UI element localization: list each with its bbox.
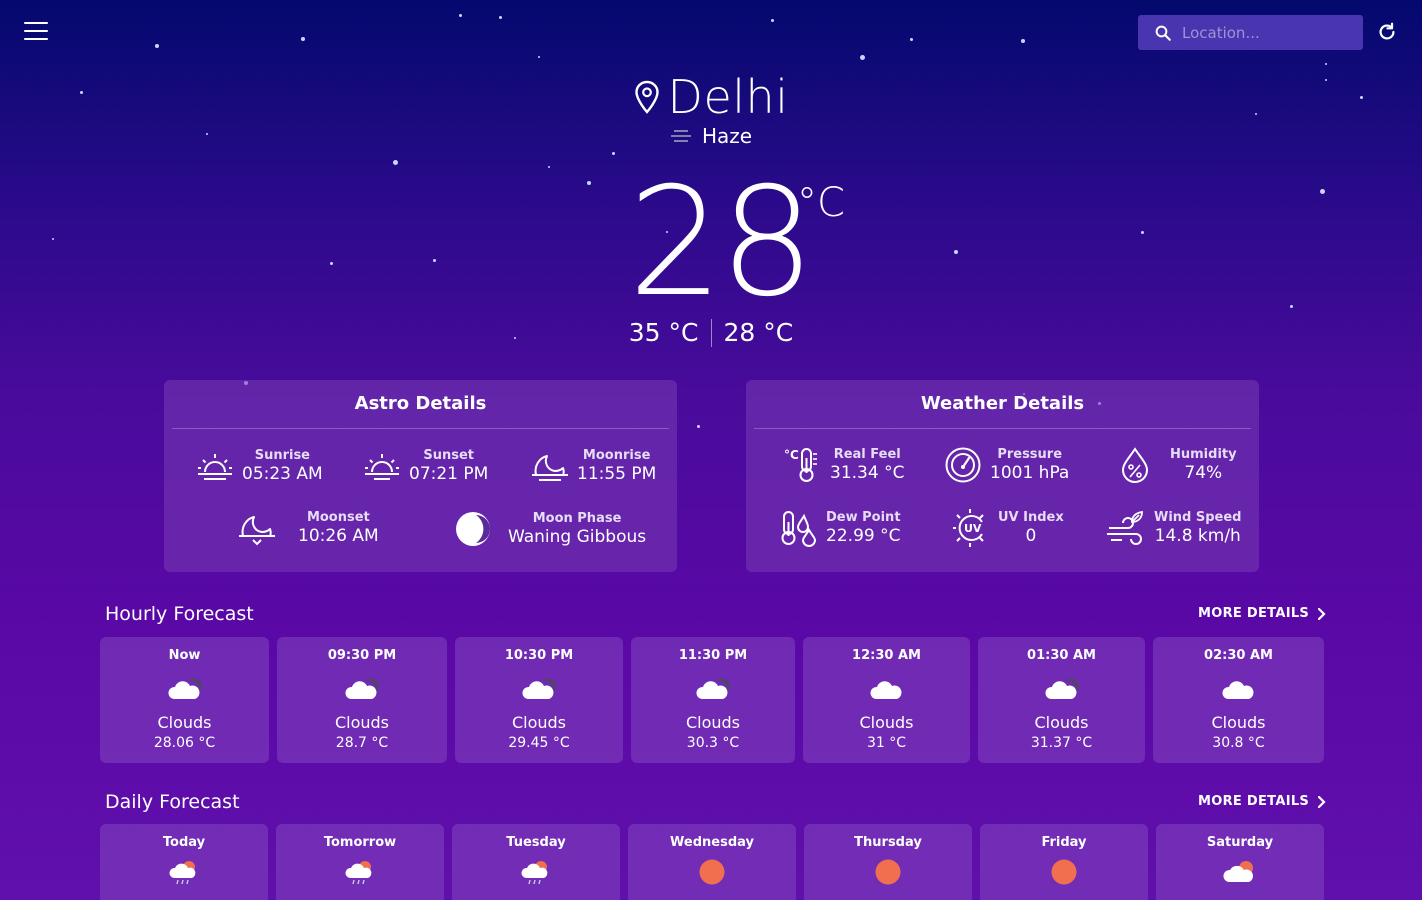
hourly-forecast-list: Now Clouds 28.06 °C 09:30 PM Clouds 28.7…: [100, 637, 1324, 763]
weather-details-panel: Weather Details °C Real Feel 31.34 °C Pre…: [746, 380, 1259, 572]
moon-phase-icon: [456, 512, 490, 546]
rain-sun-icon: [169, 861, 196, 885]
cloudy-night-icon: [167, 678, 202, 699]
hourly-card[interactable]: 02:30 AM Clouds 30.8 °C: [1153, 637, 1324, 763]
condition-label: Haze: [701, 124, 753, 148]
daily-card[interactable]: Today: [100, 824, 268, 900]
panel-title: Astro Details: [354, 393, 487, 414]
daily-forecast-list: Today Tomorrow Tuesday Wednesday Thursda…: [100, 824, 1324, 900]
svg-text:UV: UV: [964, 522, 982, 535]
hourly-card[interactable]: 01:30 AM Clouds 31.37 °C: [978, 637, 1145, 763]
hourly-card[interactable]: 10:30 PM Clouds 29.45 °C: [455, 637, 623, 763]
haze-icon: [670, 130, 691, 142]
uv-index-detail: UV UV Index 0: [952, 508, 1064, 548]
daily-card[interactable]: Friday: [980, 824, 1148, 900]
rain-sun-icon: [521, 861, 548, 885]
hourly-card[interactable]: 11:30 PM Clouds 30.3 °C: [631, 637, 795, 763]
thermometer-icon: °C: [784, 448, 817, 482]
menu-button[interactable]: [24, 22, 48, 42]
sun-icon: [875, 859, 901, 885]
moonrise-detail: Moonrise 11:55 PM: [531, 448, 656, 484]
moon-phase-detail: Moon Phase Waning Gibbous: [454, 510, 646, 548]
humidity-detail: Humidity 74%: [1118, 446, 1237, 484]
location-search[interactable]: [1138, 15, 1363, 50]
temp-range: 35 °C 28 °C: [0, 318, 1422, 347]
sunrise-icon: [198, 454, 232, 480]
svg-text:°C: °C: [784, 448, 799, 462]
daily-forecast-title: Daily Forecast: [105, 791, 240, 813]
hourly-forecast-title: Hourly Forecast: [105, 603, 254, 625]
cloud-icon: [1221, 681, 1253, 699]
temperature-unit: °C: [797, 180, 845, 226]
current-temperature: 28: [628, 156, 815, 330]
gauge-icon: [945, 447, 981, 483]
city-name: Delhi: [667, 70, 789, 124]
hourly-card[interactable]: 12:30 AM Clouds 31 °C: [803, 637, 970, 763]
wind-speed-detail: Wind Speed 14.8 km/h: [1106, 508, 1242, 548]
uv-icon: UV: [953, 509, 984, 547]
panel-title: Weather Details: [920, 393, 1085, 414]
sun-icon: [1051, 859, 1077, 885]
cloud-icon: [869, 681, 901, 699]
search-icon: [1155, 25, 1171, 41]
daily-card[interactable]: Tomorrow: [276, 824, 444, 900]
moonrise-icon: [532, 455, 568, 481]
daily-card[interactable]: Wednesday: [628, 824, 796, 900]
astro-details-panel: Astro Details Sunrise 05:23 AM Sunset 07:2…: [164, 380, 677, 572]
hourly-card[interactable]: Now Clouds 28.06 °C: [100, 637, 269, 763]
sunset-detail: Sunset 07:21 PM: [363, 448, 488, 484]
weather-condition: Haze: [0, 124, 1422, 148]
chevron-right-icon: [1317, 795, 1326, 808]
moonset-detail: Moonset 10:26 AM: [238, 510, 379, 546]
partly-cloudy-icon: [1223, 861, 1253, 882]
cloudy-night-icon: [696, 678, 730, 699]
sunrise-detail: Sunrise 05:23 AM: [196, 448, 323, 484]
cloudy-night-icon: [345, 678, 379, 699]
rain-sun-icon: [345, 861, 372, 885]
cloudy-night-icon: [1044, 678, 1079, 699]
cloudy-night-icon: [522, 678, 556, 699]
sun-icon: [699, 859, 725, 885]
sunset-icon: [365, 454, 399, 480]
location-pin-icon: [634, 80, 659, 114]
daily-more-details-link[interactable]: MORE DETAILS: [1198, 794, 1327, 809]
humidity-icon: [1121, 447, 1149, 483]
refresh-icon[interactable]: [1376, 21, 1398, 43]
daily-card[interactable]: Saturday: [1156, 824, 1324, 900]
real-feel-detail: °C Real Feel 31.34 °C: [784, 447, 905, 483]
temp-max: 35 °C: [628, 318, 699, 347]
pressure-detail: Pressure 1001 hPa: [944, 446, 1069, 484]
city-heading: Delhi: [0, 70, 1422, 124]
daily-card[interactable]: Thursday: [804, 824, 972, 900]
dew-point-icon: [781, 511, 817, 547]
wind-icon: [1107, 510, 1143, 545]
hourly-card[interactable]: 09:30 PM Clouds 28.7 °C: [277, 637, 447, 763]
chevron-right-icon: [1317, 607, 1326, 620]
search-input[interactable]: [1182, 23, 1352, 42]
moonset-icon: [239, 516, 275, 546]
hourly-more-details-link[interactable]: MORE DETAILS: [1198, 606, 1327, 621]
daily-card[interactable]: Tuesday: [452, 824, 620, 900]
temp-min: 28 °C: [723, 318, 794, 347]
dew-point-detail: Dew Point 22.99 °C: [780, 508, 901, 548]
